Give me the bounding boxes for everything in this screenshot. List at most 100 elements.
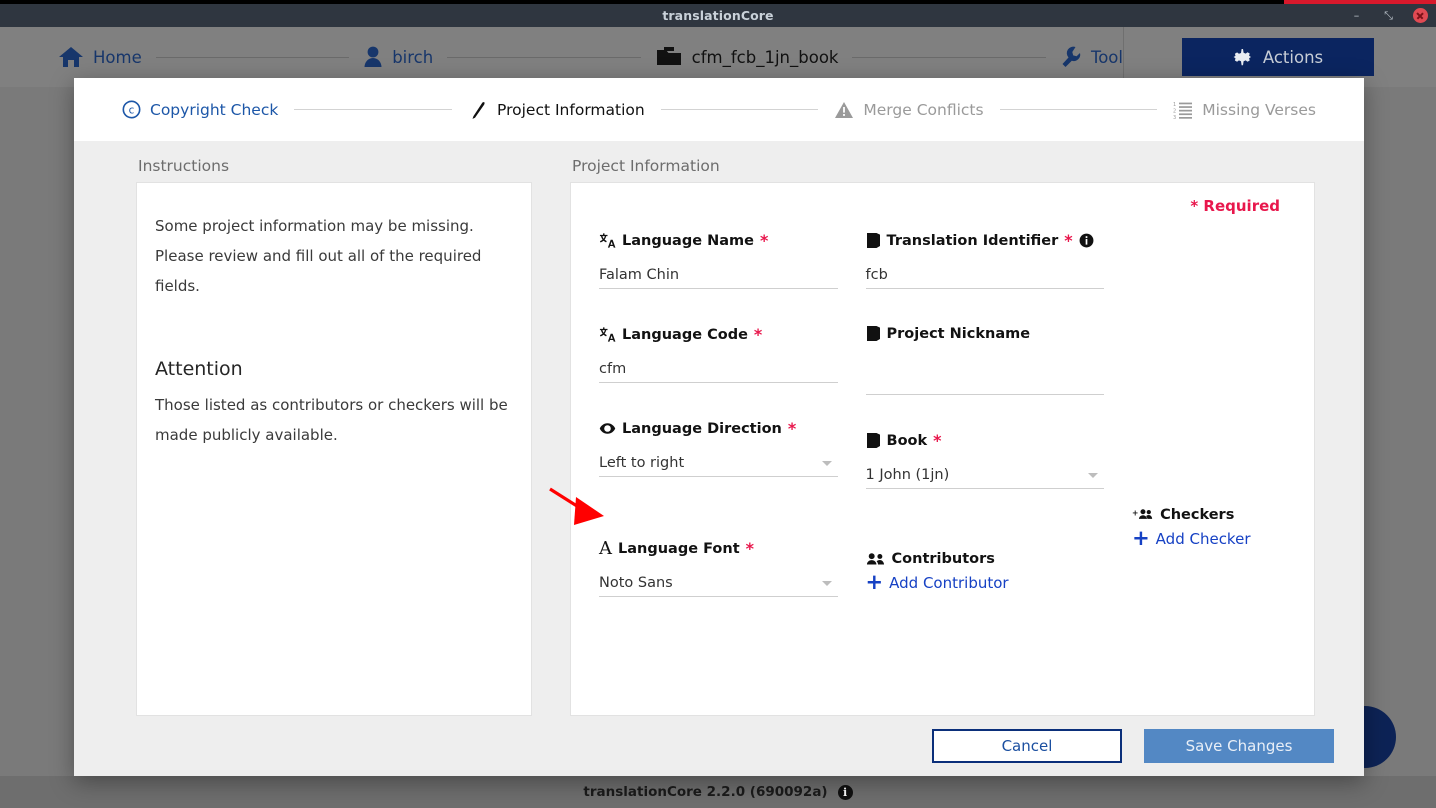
required-star: * xyxy=(753,325,763,344)
add-users-icon: + xyxy=(1132,508,1153,523)
app-footer: translationCore 2.2.0 (690092a) i xyxy=(0,776,1436,808)
input-project-nickname[interactable] xyxy=(865,351,1105,395)
window-titlebar: translationCore – ⤡ xyxy=(0,4,1436,27)
input-language-code[interactable]: cfm xyxy=(599,353,838,383)
label-language-name: Language Name * xyxy=(599,231,838,250)
project-information-panel-label: Project Information xyxy=(572,157,720,175)
chevron-down-icon xyxy=(821,581,832,586)
project-information-column: Project Information * Required Language … xyxy=(570,157,1315,716)
add-checker-button[interactable]: + Add Checker xyxy=(1132,528,1280,549)
label-language-font: A Language Font * xyxy=(599,539,838,558)
label-checkers: + Checkers xyxy=(1132,507,1280,523)
step-label-merge-conflicts: Merge Conflicts xyxy=(863,100,984,119)
actions-label: Actions xyxy=(1262,47,1324,67)
label-text-translation-identifier: Translation Identifier xyxy=(886,232,1059,249)
maximize-icon[interactable]: ⤡ xyxy=(1381,8,1396,23)
minimize-icon[interactable]: – xyxy=(1349,8,1364,23)
wizard-stepper: c Copyright Check Project Information Me… xyxy=(74,78,1364,141)
info-icon[interactable] xyxy=(1079,233,1094,248)
breadcrumb-label-tool: Tool xyxy=(1090,47,1123,67)
label-language-direction: Language Direction * xyxy=(599,419,838,438)
value-translation-identifier: fcb xyxy=(865,267,888,283)
breadcrumb-label-project: cfm_fcb_1jn_book xyxy=(691,47,839,67)
cancel-button[interactable]: Cancel xyxy=(932,729,1122,763)
field-project-nickname: Project Nickname xyxy=(865,325,1105,395)
home-icon xyxy=(58,45,84,69)
label-text-language-code: Language Code xyxy=(622,326,748,343)
translate-icon xyxy=(599,326,616,343)
book-icon xyxy=(866,432,881,449)
label-text-checkers: Checkers xyxy=(1160,507,1235,523)
value-language-code: cfm xyxy=(599,361,627,377)
save-changes-button[interactable]: Save Changes xyxy=(1144,729,1334,763)
step-connector xyxy=(660,109,819,110)
add-checker-label: Add Checker xyxy=(1155,529,1251,548)
step-copyright-check[interactable]: c Copyright Check xyxy=(122,100,278,119)
numbered-list-icon: 1 2 3 xyxy=(1173,100,1193,120)
step-connector xyxy=(999,109,1158,110)
instructions-card: Some project information may be missing.… xyxy=(136,182,532,716)
instructions-body: Some project information may be missing.… xyxy=(155,217,482,295)
breadcrumb-label-home: Home xyxy=(93,47,142,67)
breadcrumb-item-tool[interactable]: Tool xyxy=(1060,45,1123,69)
step-label-copyright-check: Copyright Check xyxy=(150,100,279,119)
step-label-missing-verses: Missing Verses xyxy=(1202,100,1316,119)
svg-text:3: 3 xyxy=(1173,115,1176,120)
dialog-footer: Cancel Save Changes xyxy=(74,716,1364,776)
chevron-down-icon xyxy=(1088,473,1099,478)
required-star: * xyxy=(787,419,797,438)
label-text-language-direction: Language Direction xyxy=(622,420,782,437)
font-a-icon: A xyxy=(599,537,612,559)
label-text-language-font: Language Font xyxy=(618,540,740,557)
step-missing-verses[interactable]: 1 2 3 Missing Verses xyxy=(1173,100,1316,120)
plus-icon: + xyxy=(865,570,884,594)
pencil-icon xyxy=(468,100,488,120)
required-star: * xyxy=(1064,231,1073,250)
field-language-direction: Language Direction * Left to right xyxy=(599,419,838,477)
select-language-direction[interactable]: Left to right xyxy=(599,447,838,477)
breadcrumb-item-home[interactable]: Home xyxy=(58,45,142,69)
attention-heading: Attention xyxy=(155,358,243,380)
value-book: 1 John (1jn) xyxy=(865,467,950,483)
breadcrumb-item-user[interactable]: birch xyxy=(363,45,433,69)
field-contributors: Contributors + Add Contributor xyxy=(866,551,1105,593)
label-text-contributors: Contributors xyxy=(891,551,995,567)
form-column-middle: Translation Identifier * fcb Project Nic… xyxy=(865,231,1105,633)
project-information-dialog: c Copyright Check Project Information Me… xyxy=(74,78,1364,776)
instructions-panel-label: Instructions xyxy=(138,157,230,175)
breadcrumb-item-project[interactable]: cfm_fcb_1jn_book xyxy=(655,45,839,69)
field-book: Book * 1 John (1jn) xyxy=(865,431,1105,489)
field-translation-identifier: Translation Identifier * fcb xyxy=(865,231,1105,289)
form-grid: Language Name * Falam Chin Language Code… xyxy=(599,231,1280,633)
input-translation-identifier[interactable]: fcb xyxy=(865,259,1105,289)
breadcrumb-divider xyxy=(155,56,350,58)
step-project-information[interactable]: Project Information xyxy=(468,100,645,120)
add-contributor-label: Add Contributor xyxy=(889,573,1009,592)
input-language-name[interactable]: Falam Chin xyxy=(599,259,838,289)
field-language-code: Language Code * cfm xyxy=(599,325,838,383)
dialog-body: Instructions Some project information ma… xyxy=(74,141,1364,716)
warning-triangle-icon xyxy=(834,100,854,120)
plus-icon: + xyxy=(1132,526,1150,550)
copyright-icon: c xyxy=(122,100,141,119)
label-language-code: Language Code * xyxy=(599,325,838,344)
field-language-font: A Language Font * Noto Sans xyxy=(599,539,838,597)
value-language-direction: Left to right xyxy=(599,455,685,471)
version-text: translationCore 2.2.0 (690092a) xyxy=(583,784,828,800)
form-column-right: + Checkers + Add Checker xyxy=(1132,231,1280,633)
book-icon xyxy=(866,232,881,249)
info-icon[interactable]: i xyxy=(837,784,853,800)
breadcrumb-label-user: birch xyxy=(392,47,434,67)
select-language-font[interactable]: Noto Sans xyxy=(599,567,838,597)
eye-icon xyxy=(599,420,616,437)
label-translation-identifier: Translation Identifier * xyxy=(866,231,1105,250)
required-star: * xyxy=(759,231,769,250)
gear-icon xyxy=(1233,47,1253,67)
required-star: * xyxy=(933,431,942,450)
actions-button[interactable]: Actions xyxy=(1182,38,1374,76)
field-language-name: Language Name * Falam Chin xyxy=(599,231,838,289)
add-contributor-button[interactable]: + Add Contributor xyxy=(866,572,1105,593)
close-icon[interactable] xyxy=(1413,8,1428,23)
select-book[interactable]: 1 John (1jn) xyxy=(865,459,1105,489)
step-merge-conflicts[interactable]: Merge Conflicts xyxy=(834,100,984,120)
